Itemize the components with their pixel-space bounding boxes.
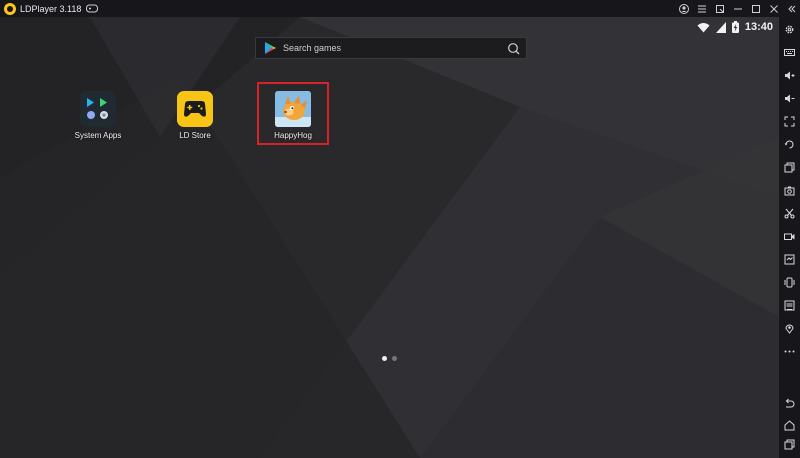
app-tile-happyhog[interactable]: HappyHog — [258, 91, 328, 140]
scissors-icon[interactable] — [782, 206, 797, 221]
close-button[interactable] — [765, 0, 782, 17]
app-label: HappyHog — [274, 131, 312, 140]
app-tile-ld-store[interactable]: LD Store — [160, 91, 230, 140]
search-placeholder: Search games — [283, 43, 342, 53]
volume-up-icon[interactable] — [782, 68, 797, 83]
more-icon[interactable] — [782, 344, 797, 359]
fullscreen-icon[interactable] — [782, 114, 797, 129]
search-bar[interactable]: Search games — [255, 37, 527, 59]
app-tile-system-apps[interactable]: System Apps — [63, 91, 133, 140]
back-icon[interactable] — [782, 396, 797, 411]
account-icon[interactable] — [675, 0, 692, 17]
app-label: LD Store — [179, 131, 211, 140]
volume-down-icon[interactable] — [782, 91, 797, 106]
gamepad-icon[interactable] — [86, 4, 99, 14]
maximize-button[interactable] — [747, 0, 764, 17]
collapse-sidebar-icon[interactable] — [783, 0, 800, 17]
record-icon[interactable] — [782, 229, 797, 244]
page-dot-active[interactable] — [382, 356, 387, 361]
android-status-bar: 13:40 — [691, 20, 773, 34]
ld-store-icon — [177, 91, 213, 127]
happyhog-icon — [275, 91, 311, 127]
ldplayer-logo-icon — [4, 2, 16, 15]
window-title: LDPlayer 3.118 — [20, 3, 82, 14]
google-play-icon — [265, 42, 276, 54]
restore-layout-icon[interactable] — [711, 0, 728, 17]
right-toolbar — [779, 17, 800, 458]
wifi-icon — [697, 22, 710, 32]
settings-icon[interactable] — [782, 22, 797, 37]
menu-icon[interactable] — [693, 0, 710, 17]
battery-charging-icon — [731, 21, 739, 33]
emulator-screen[interactable]: 13:40 Search games System Apps LD Store … — [0, 17, 779, 458]
page-indicator — [382, 356, 402, 361]
sync-icon[interactable] — [782, 252, 797, 267]
multi-instance-icon[interactable] — [782, 160, 797, 175]
recents-icon[interactable] — [782, 437, 797, 452]
signal-icon — [715, 21, 726, 33]
rotate-icon[interactable] — [782, 137, 797, 152]
keyboard-icon[interactable] — [782, 45, 797, 60]
location-icon[interactable] — [782, 321, 797, 336]
shake-icon[interactable] — [782, 275, 797, 290]
wallpaper — [0, 17, 779, 458]
minimize-button[interactable] — [729, 0, 746, 17]
search-icon[interactable] — [507, 42, 520, 55]
app-label: System Apps — [74, 131, 122, 140]
apk-install-icon[interactable] — [782, 298, 797, 313]
page-dot[interactable] — [392, 356, 397, 361]
title-bar: LDPlayer 3.118 — [0, 0, 800, 17]
screenshot-icon[interactable] — [782, 183, 797, 198]
clock: 13:40 — [744, 21, 773, 33]
system-apps-icon — [80, 91, 116, 127]
home-icon[interactable] — [782, 418, 797, 433]
